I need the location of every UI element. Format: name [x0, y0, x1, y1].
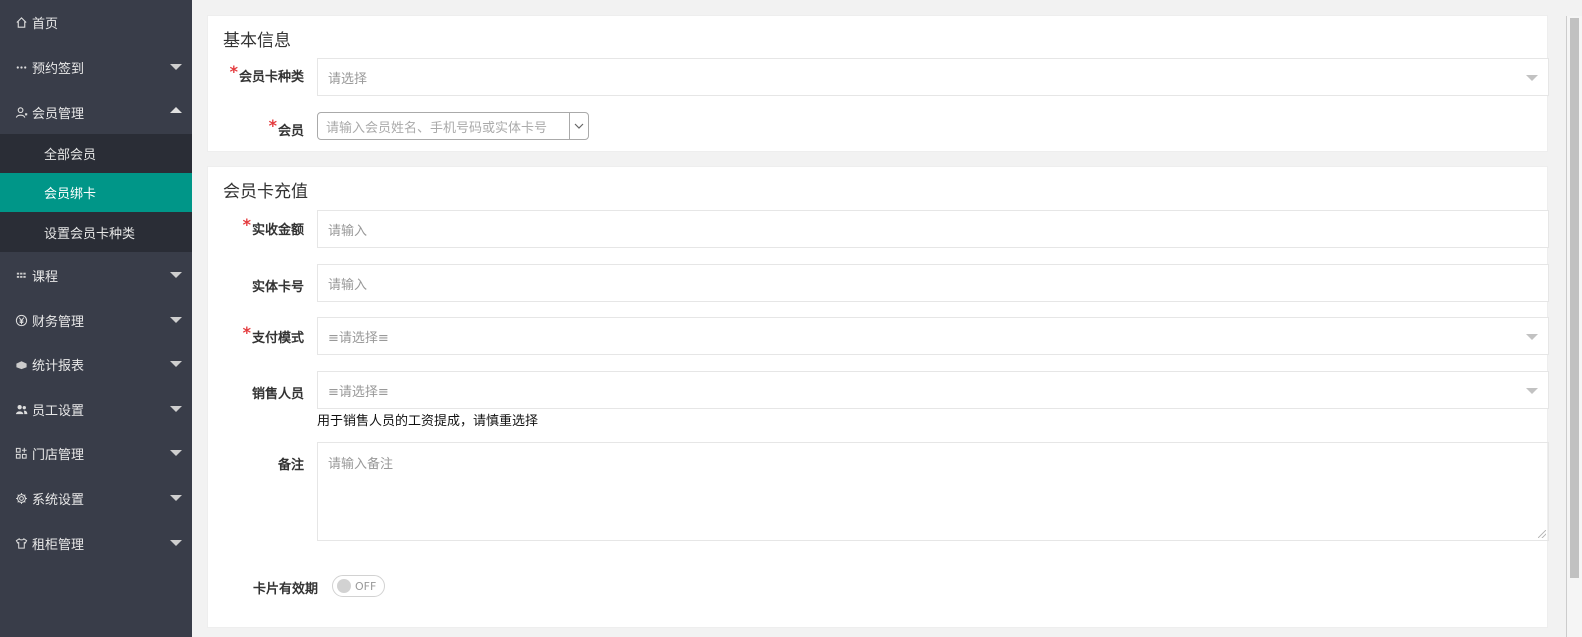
sales-select[interactable]: ≡请选择≡: [317, 371, 1549, 409]
nav-finance-label: 财务管理: [32, 314, 85, 330]
pay-mode-label: *支付模式: [208, 323, 304, 346]
gear-icon: [14, 491, 28, 505]
validity-switch[interactable]: OFF: [332, 575, 385, 597]
subnav-bind-card-label: 会员绑卡: [44, 187, 97, 202]
grid-icon: [14, 268, 28, 282]
nav-lockers[interactable]: 租柜管理: [0, 521, 192, 565]
nav-home[interactable]: 首页: [0, 0, 192, 44]
sales-placeholder: ≡请选择≡: [328, 384, 389, 400]
more-dots-icon: [14, 60, 28, 74]
sales-hint: 用于销售人员的工资提成，请慎重选择: [317, 414, 539, 429]
required-mark: *: [242, 323, 251, 342]
chevron-down-icon: [170, 406, 182, 412]
basic-info-title: 基本信息: [223, 31, 291, 51]
validity-label: 卡片有效期: [252, 582, 318, 597]
chevron-down-icon[interactable]: [569, 113, 588, 139]
card-type-label: *会员卡种类: [208, 62, 304, 85]
nav-system-label: 系统设置: [32, 492, 85, 508]
dropdown-arrow-icon: [1526, 75, 1538, 81]
recharge-title: 会员卡充值: [223, 182, 308, 202]
nav-booking-label: 预约签到: [32, 61, 85, 77]
amount-input[interactable]: 请输入: [317, 210, 1549, 248]
required-mark: *: [268, 116, 277, 135]
users-icon: [14, 402, 28, 416]
resize-grip-icon[interactable]: [1538, 530, 1546, 538]
chevron-down-icon: [170, 272, 182, 278]
chevron-down-icon: [170, 540, 182, 546]
member-search-combobox[interactable]: 请输入会员姓名、手机号码或实体卡号: [317, 112, 589, 140]
card-type-label-text: 会员卡种类: [238, 70, 304, 85]
sales-label: 销售人员: [251, 387, 304, 402]
pay-mode-placeholder: ≡请选择≡: [328, 330, 389, 346]
remark-label: 备注: [277, 458, 304, 473]
chevron-down-icon: [170, 64, 182, 70]
chart-icon: [14, 357, 28, 371]
card-no-placeholder: 请输入: [328, 277, 368, 293]
switch-knob: [337, 579, 351, 593]
nav-members[interactable]: 会员管理: [0, 90, 192, 134]
subnav-all-members[interactable]: 全部会员: [0, 134, 192, 173]
chevron-up-icon: [170, 107, 182, 113]
nav-stores[interactable]: 门店管理: [0, 431, 192, 475]
basic-info-panel: 基本信息 *会员卡种类 请选择 *会员 请输入会员姓名、手机号码或实体卡号: [207, 15, 1549, 152]
remark-placeholder: 请输入备注: [328, 457, 394, 472]
member-label-text: 会员: [277, 124, 304, 139]
home-icon: [14, 15, 28, 29]
members-subnav: 全部会员 会员绑卡 设置会员卡种类: [0, 134, 192, 252]
subnav-card-types[interactable]: 设置会员卡种类: [0, 213, 192, 252]
nav-stores-label: 门店管理: [32, 447, 85, 463]
nav-courses[interactable]: 课程: [0, 253, 192, 297]
chevron-down-icon: [170, 450, 182, 456]
required-mark: *: [229, 62, 238, 81]
amount-label: *实收金额: [208, 215, 304, 238]
card-type-placeholder: 请选择: [328, 71, 368, 87]
apps-icon: [14, 446, 28, 460]
scrollbar-thumb[interactable]: [1570, 18, 1579, 578]
nav-reports[interactable]: 统计报表: [0, 342, 192, 386]
validity-switch-state: OFF: [355, 579, 377, 593]
chevron-down-icon: [170, 317, 182, 323]
amount-placeholder: 请输入: [328, 223, 368, 239]
yen-icon: [14, 313, 28, 327]
remark-textarea[interactable]: 请输入备注: [317, 442, 1549, 541]
nav-home-label: 首页: [32, 16, 59, 32]
nav-finance[interactable]: 财务管理: [0, 298, 192, 342]
nav-reports-label: 统计报表: [32, 358, 85, 374]
member-search-placeholder: 请输入会员姓名、手机号码或实体卡号: [326, 120, 548, 136]
required-mark: *: [242, 215, 251, 234]
subnav-all-members-label: 全部会员: [44, 148, 97, 163]
pay-mode-label-text: 支付模式: [251, 331, 304, 346]
card-no-input[interactable]: 请输入: [317, 264, 1549, 302]
recharge-panel: 会员卡充值 *实收金额 请输入 实体卡号 请输入 *支付模式 ≡请选择≡ 销售人…: [207, 166, 1549, 628]
card-no-label: 实体卡号: [251, 280, 304, 295]
nav-booking[interactable]: 预约签到: [0, 45, 192, 89]
sidebar: 首页 预约签到 会员管理 全部会员 会员绑卡 设置会员卡种类 课程 财务管理 统…: [0, 0, 192, 637]
amount-label-text: 实收金额: [251, 223, 304, 238]
nav-courses-label: 课程: [32, 269, 59, 285]
subnav-bind-card[interactable]: 会员绑卡: [0, 173, 192, 212]
shirt-icon: [14, 536, 28, 550]
page-scrollbar[interactable]: [1566, 16, 1582, 637]
dropdown-arrow-icon: [1526, 388, 1538, 394]
nav-system[interactable]: 系统设置: [0, 476, 192, 520]
nav-members-label: 会员管理: [32, 106, 85, 122]
chevron-down-icon: [170, 361, 182, 367]
nav-staff-label: 员工设置: [32, 403, 85, 419]
member-label: *会员: [208, 116, 304, 139]
chevron-down-icon: [170, 495, 182, 501]
pay-mode-select[interactable]: ≡请选择≡: [317, 317, 1549, 355]
nav-staff[interactable]: 员工设置: [0, 387, 192, 431]
subnav-card-types-label: 设置会员卡种类: [44, 227, 136, 242]
user-icon: [14, 105, 28, 119]
card-type-select[interactable]: 请选择: [317, 58, 1549, 96]
nav-lockers-label: 租柜管理: [32, 537, 85, 553]
dropdown-arrow-icon: [1526, 334, 1538, 340]
